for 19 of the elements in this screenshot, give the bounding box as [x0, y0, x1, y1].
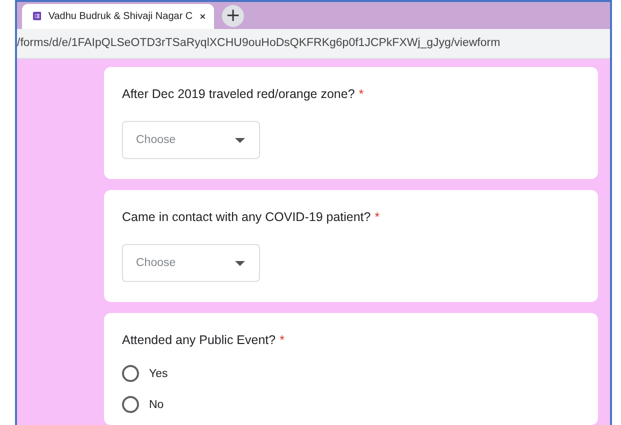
radio-button[interactable] — [122, 396, 139, 413]
browser-tab[interactable]: Vadhu Budruk & Shivaji Nagar C — [22, 4, 214, 29]
address-bar[interactable]: /forms/d/e/1FAIpQLSeOTD3rTSaRyqlXCHU9ouHoDsQKFRKg6p0f1JCPkFXWj_gJyg/viewform — [17, 28, 610, 59]
caret-icon — [235, 260, 245, 266]
dropdown[interactable]: Choose — [122, 244, 260, 282]
question-text: After Dec 2019 traveled red/orange zone? — [122, 87, 355, 101]
option-label[interactable]: Yes — [149, 368, 168, 380]
required-mark: * — [358, 87, 364, 101]
tab-title: Vadhu Budruk & Shivaji Nagar C — [48, 10, 193, 22]
dropdown[interactable]: Choose — [122, 121, 260, 159]
required-mark: * — [374, 210, 380, 224]
question-text: Came in contact with any COVID-19 patient? — [122, 210, 371, 224]
radio-button[interactable] — [122, 365, 139, 382]
question-text: Attended any Public Event? — [122, 333, 276, 347]
new-tab-button[interactable]: + — [222, 4, 244, 27]
required-mark: * — [280, 333, 284, 347]
option-label[interactable]: No — [149, 398, 164, 410]
caret-icon — [235, 138, 245, 142]
close-icon[interactable] — [200, 12, 205, 21]
